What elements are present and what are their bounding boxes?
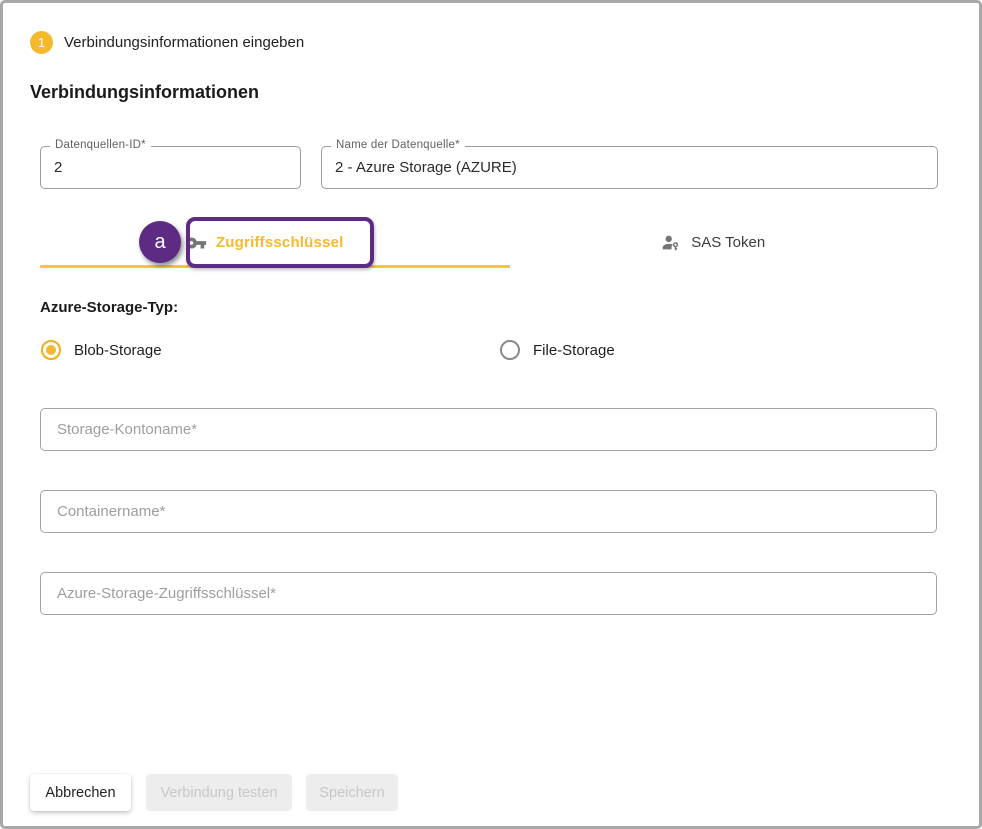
file-storage-label: File-Storage <box>533 342 615 359</box>
connection-dialog: 1 Verbindungsinformationen eingeben Verb… <box>0 0 982 829</box>
cancel-button[interactable]: Abbrechen <box>30 774 131 811</box>
container-name-field[interactable] <box>40 490 937 533</box>
step-label: Verbindungsinformationen eingeben <box>64 34 304 51</box>
tab-zugriffsschluessel-label: Zugriffsschlüssel <box>216 234 344 251</box>
access-key-field[interactable] <box>40 572 937 615</box>
tab-sas-token-label: SAS Token <box>691 234 765 251</box>
page-title: Verbindungsinformationen <box>30 82 259 103</box>
radio-option-blob-storage[interactable]: Blob-Storage <box>41 340 162 360</box>
access-key-input[interactable] <box>41 573 936 614</box>
active-tab-indicator <box>40 265 510 268</box>
datasource-id-input[interactable] <box>41 147 300 188</box>
user-key-icon <box>660 232 682 254</box>
tab-sas-token[interactable]: SAS Token <box>489 218 938 267</box>
container-name-input[interactable] <box>41 491 936 532</box>
blob-storage-radio[interactable] <box>41 340 61 360</box>
datasource-name-input[interactable] <box>322 147 937 188</box>
blob-storage-label: Blob-Storage <box>74 342 162 359</box>
file-storage-radio[interactable] <box>500 340 520 360</box>
datasource-id-field[interactable]: Datenquellen-ID* <box>40 146 301 189</box>
step-number-badge: 1 <box>30 31 53 54</box>
storage-account-input[interactable] <box>41 409 936 450</box>
radio-option-file-storage[interactable]: File-Storage <box>500 340 615 360</box>
datasource-name-field[interactable]: Name der Datenquelle* <box>321 146 938 189</box>
annotation-marker-a: a <box>139 221 181 263</box>
storage-type-label: Azure-Storage-Typ: <box>40 299 178 316</box>
tab-zugriffsschluessel[interactable]: Zugriffsschlüssel <box>40 218 489 267</box>
stepper: 1 Verbindungsinformationen eingeben <box>30 31 304 54</box>
storage-account-field[interactable] <box>40 408 937 451</box>
save-button[interactable]: Speichern <box>306 774 398 811</box>
key-icon <box>185 232 207 254</box>
test-connection-button[interactable]: Verbindung testen <box>146 774 292 811</box>
